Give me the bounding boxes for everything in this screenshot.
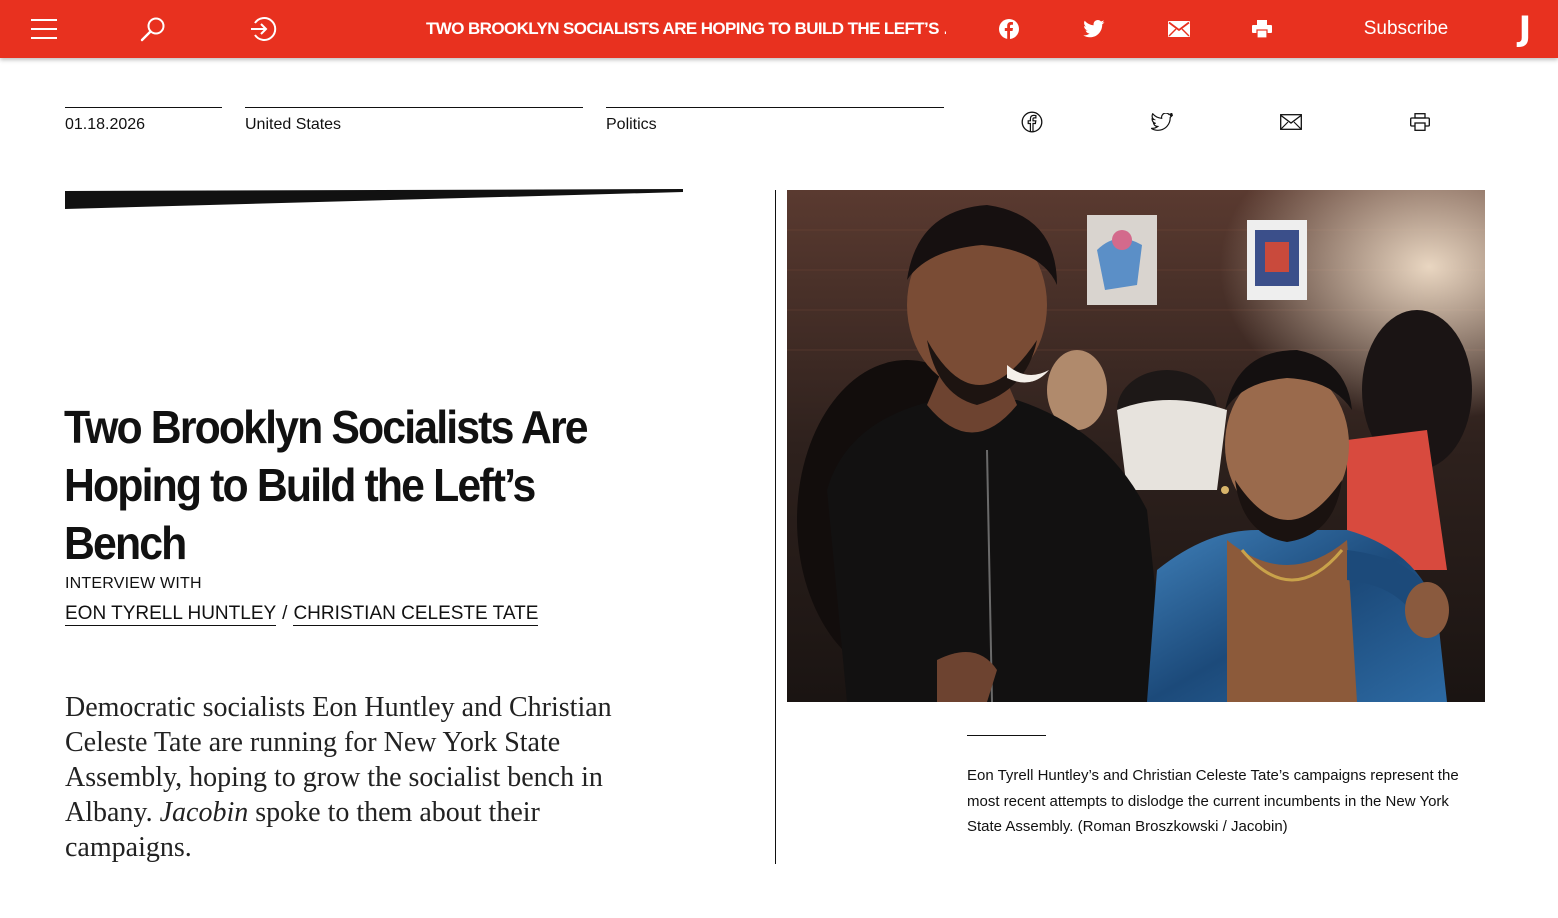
share-twitter-icon[interactable] [1150,110,1174,134]
author-link-eon-tyrell-huntley[interactable]: EON TYRELL HUNTLEY [65,603,277,626]
dek-publication-name: Jacobin [159,797,249,828]
article-date: 01.18.2026 [65,107,222,134]
login-icon[interactable] [248,0,278,58]
author-list: EON TYRELL HUNTLEY / CHRISTIAN CELESTE TAT… [65,603,539,626]
article-dek: Democratic socialists Eon Huntley and Ch… [65,690,665,865]
interview-label: INTERVIEW WITH [65,575,202,592]
jacobin-logo[interactable]: J [1508,0,1542,58]
article-photo [787,190,1485,702]
author-separator: / [282,603,288,624]
mail-icon[interactable] [1167,0,1191,58]
caption-rule [967,735,1046,736]
share-print-icon[interactable] [1408,110,1432,134]
article-topic[interactable]: Politics [606,107,944,134]
print-icon[interactable] [1251,0,1273,58]
article-location[interactable]: United States [245,107,583,134]
facebook-icon[interactable] [998,0,1020,58]
author-link-christian-celeste-tate[interactable]: CHRISTIAN CELESTE TATE [293,603,539,626]
topbar-article-title: TWO BROOKLYN SOCIALISTS ARE HOPING TO BU… [426,19,946,38]
top-bar: TWO BROOKLYN SOCIALISTS ARE HOPING TO BU… [0,0,1558,58]
photo-caption: Eon Tyrell Huntley’s and Christian Celes… [967,767,1459,835]
share-mail-icon[interactable] [1279,110,1303,134]
decorative-slash-bar [65,189,683,209]
article-headline: Two Brooklyn Socialists Are Hoping to Bu… [64,401,589,569]
share-facebook-icon[interactable] [1020,110,1044,134]
subscribe-button[interactable]: Subscribe [1356,0,1456,58]
column-divider [775,190,776,864]
menu-icon[interactable] [30,0,58,58]
search-icon[interactable] [139,0,167,58]
twitter-icon[interactable] [1082,0,1106,58]
